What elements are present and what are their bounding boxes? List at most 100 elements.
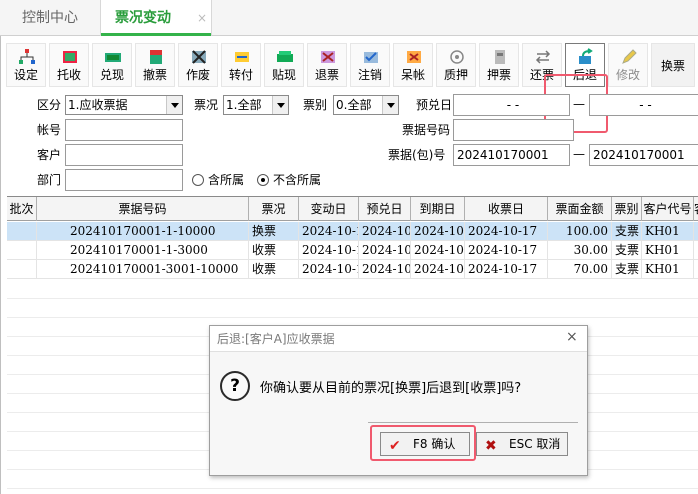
baddebt-icon bbox=[405, 48, 423, 66]
table-row[interactable]: 202410170001-1-3000收票2024-10-12024-10-12… bbox=[7, 241, 698, 260]
toolbar-discount-button[interactable]: 贴现 bbox=[264, 43, 304, 87]
cross-icon: ✖ bbox=[485, 438, 497, 454]
table-cell-no: 202410170001-1-3000 bbox=[37, 241, 249, 260]
toolbar-label: 兑现 bbox=[99, 68, 124, 82]
piaokuang-select[interactable]: 1.全部 bbox=[223, 95, 289, 115]
table-cell-amount: 30.00 bbox=[548, 241, 612, 260]
toolbar-baddebt-button[interactable]: 呆帐 bbox=[393, 43, 433, 87]
piaokuang-value: 1.全部 bbox=[226, 98, 262, 112]
table-cell-due: 2024-10-1 bbox=[411, 241, 465, 260]
column-header[interactable]: 客户代号 bbox=[642, 197, 694, 221]
column-header[interactable]: 到期日 bbox=[411, 197, 465, 221]
column-header[interactable]: 客 bbox=[694, 197, 698, 221]
table-cell-extra bbox=[694, 222, 698, 241]
table-cell-status: 收票 bbox=[249, 241, 299, 260]
toolbar-cash-button[interactable]: 兑现 bbox=[92, 43, 132, 87]
toolbar-label: 撤票 bbox=[142, 68, 167, 82]
grid-header: 批次票据号码票况变动日预兑日到期日收票日票面金额票别客户代号客 bbox=[7, 197, 698, 221]
table-cell-cust: KH01 bbox=[642, 241, 694, 260]
column-header[interactable]: 预兑日 bbox=[359, 197, 411, 221]
yuduiri-to-input[interactable]: - - bbox=[589, 94, 698, 116]
range-dash: — bbox=[573, 97, 585, 111]
qufen-select[interactable]: 1.应收票据 bbox=[65, 95, 183, 115]
table-row[interactable]: 202410170001-1-10000换票2024-10-12024-10-1… bbox=[7, 222, 698, 241]
settings-icon bbox=[18, 48, 36, 66]
writeoff-icon bbox=[362, 48, 380, 66]
column-header[interactable]: 票面金额 bbox=[548, 197, 612, 221]
toolbar-mortgage-button[interactable]: 押票 bbox=[479, 43, 519, 87]
qufen-label: 区分 bbox=[37, 98, 62, 112]
toolbar-transfer-button[interactable]: 转付 bbox=[221, 43, 261, 87]
radio-exclude[interactable] bbox=[257, 174, 269, 186]
tab-control-center[interactable]: 控制中心 bbox=[22, 0, 78, 36]
table-row[interactable]: 202410170001-3001-10000 收票 2024-10-1 2024-1… bbox=[7, 260, 698, 279]
column-header[interactable]: 变动日 bbox=[299, 197, 359, 221]
chevron-down-icon[interactable] bbox=[166, 96, 182, 114]
column-header[interactable]: 批次 bbox=[7, 197, 37, 221]
toolbar-return_ticket-button[interactable]: 退票 bbox=[307, 43, 347, 87]
dialog-message: 你确认要从目前的票况[换票]后退到[收票]吗? bbox=[260, 381, 522, 396]
table-cell-due: 2024-10-1 bbox=[411, 222, 465, 241]
cancel-button[interactable]: ✖ ESC 取消 bbox=[476, 432, 568, 456]
toolbar-label: 质押 bbox=[443, 68, 468, 82]
zhanghao-label: 帐号 bbox=[37, 123, 62, 137]
toolbar-exchange-button[interactable]: 换票 bbox=[651, 43, 695, 87]
column-header[interactable]: 票况 bbox=[249, 197, 299, 221]
table-cell-pici bbox=[7, 241, 37, 260]
pjhm-label: 票据号码 bbox=[402, 123, 451, 137]
toolbar-settings-button[interactable]: 设定 bbox=[6, 43, 46, 87]
mortgage-icon bbox=[491, 48, 509, 66]
toolbar-pledge-button[interactable]: 质押 bbox=[436, 43, 476, 87]
table-cell-change: 2024-10-1 bbox=[299, 260, 359, 279]
pjbh-from-input[interactable]: 202410170001 bbox=[453, 144, 570, 166]
piaobie-select[interactable]: 0.全部 bbox=[333, 95, 399, 115]
close-icon[interactable]: × bbox=[566, 329, 578, 345]
table-cell-no: 202410170001-3001-10000 bbox=[37, 260, 249, 279]
table-cell-type: 支票 bbox=[612, 260, 642, 279]
table-cell-amount: 70.00 bbox=[548, 260, 612, 279]
toolbar-cancel_ticket-button[interactable]: 撤票 bbox=[135, 43, 175, 87]
dialog-divider bbox=[368, 422, 578, 423]
range-dash: — bbox=[573, 147, 585, 161]
grid-line bbox=[7, 317, 698, 318]
column-header[interactable]: 收票日 bbox=[465, 197, 548, 221]
repay-icon bbox=[534, 48, 552, 66]
yuduiri-from-input[interactable]: - - bbox=[453, 94, 570, 116]
collect-icon bbox=[61, 48, 79, 66]
table-cell-pici bbox=[7, 222, 37, 241]
cash-icon bbox=[104, 48, 122, 66]
discount-icon bbox=[276, 48, 294, 66]
toolbar-label: 押票 bbox=[486, 68, 511, 82]
filter-panel: 区分 1.应收票据 票况 1.全部 票别 0.全部 预兑日 - - — - - … bbox=[1, 92, 698, 195]
column-header[interactable]: 票别 bbox=[612, 197, 642, 221]
toolbar-collect-button[interactable]: 托收 bbox=[49, 43, 89, 87]
chevron-down-icon[interactable] bbox=[272, 96, 288, 114]
table-cell-expect: 2024-10-1 bbox=[359, 241, 411, 260]
zhanghao-input[interactable] bbox=[65, 119, 183, 141]
table-cell-type: 支票 bbox=[612, 222, 642, 241]
tab-close-icon[interactable]: × bbox=[197, 0, 207, 36]
table-cell-cust: KH01 bbox=[642, 222, 694, 241]
cancel-ticket-icon bbox=[147, 48, 165, 66]
pjhm-input[interactable] bbox=[453, 119, 574, 141]
table-cell-type: 支票 bbox=[612, 241, 642, 260]
grid-line bbox=[7, 298, 698, 299]
bumen-input[interactable] bbox=[65, 169, 183, 191]
toolbar-label: 呆帐 bbox=[400, 68, 425, 82]
table-cell-extra bbox=[694, 241, 698, 260]
column-header[interactable]: 票据号码 bbox=[37, 197, 249, 221]
toolbar-void-button[interactable]: 作废 bbox=[178, 43, 218, 87]
toolbar-label: 换票 bbox=[660, 59, 685, 73]
tab-bar: 控制中心 票况变动 × bbox=[0, 0, 698, 37]
rollback-icon bbox=[577, 48, 595, 66]
toolbar-modify-button[interactable]: 修改 bbox=[608, 43, 648, 87]
table-cell-change: 2024-10-1 bbox=[299, 222, 359, 241]
kehu-input[interactable] bbox=[65, 144, 183, 166]
radio-include[interactable] bbox=[192, 174, 204, 186]
piaokuang-label: 票况 bbox=[194, 98, 219, 112]
toolbar-writeoff-button[interactable]: 注销 bbox=[350, 43, 390, 87]
pjbh-to-input[interactable]: 202410170001 bbox=[589, 144, 698, 166]
chevron-down-icon[interactable] bbox=[382, 96, 398, 114]
tab-ticket-status-change[interactable]: 票况变动 × bbox=[100, 0, 212, 37]
toolbar-label: 退票 bbox=[314, 68, 339, 82]
